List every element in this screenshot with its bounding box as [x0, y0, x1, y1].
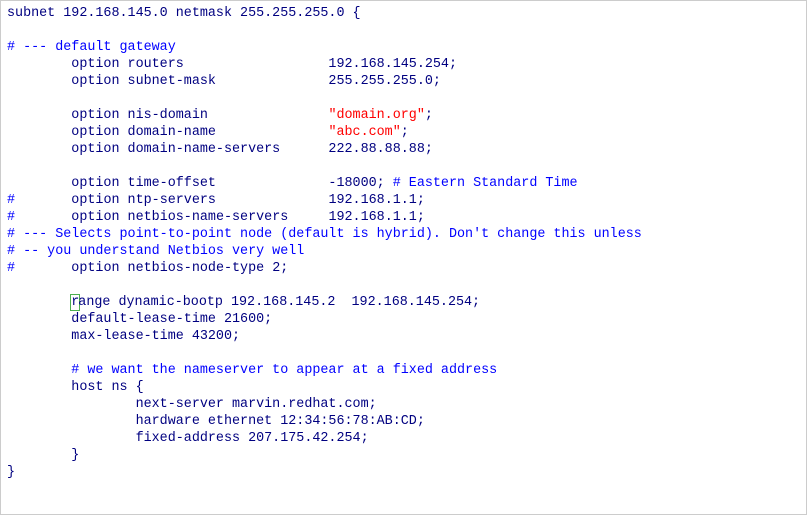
code-indent — [7, 295, 71, 310]
comment-line: # --- Selects point-to-point node (defau… — [7, 227, 642, 242]
code-line: option routers 192.168.145.254; — [7, 57, 457, 72]
comment-hash: # — [7, 261, 15, 276]
comment-line: # --- default gateway — [7, 40, 176, 55]
code-line: default-lease-time 21600; — [7, 312, 272, 327]
code-line: option netbios-node-type 2; — [15, 261, 288, 276]
code-line: option time-offset -18000; — [7, 176, 393, 191]
string-literal: "domain.org" — [328, 108, 424, 123]
code-line: option netbios-name-servers 192.168.1.1; — [15, 210, 425, 225]
code-line: } — [7, 448, 79, 463]
code-line: option subnet-mask 255.255.255.0; — [7, 74, 441, 89]
comment-inline: # Eastern Standard Time — [393, 176, 578, 191]
code-line: option domain-name-servers 222.88.88.88; — [7, 142, 433, 157]
comment-hash: # — [7, 193, 15, 208]
code-line: ; — [425, 108, 433, 123]
code-line: ; — [401, 125, 409, 140]
code-line: subnet 192.168.145.0 netmask 255.255.255… — [7, 6, 361, 21]
code-line: max-lease-time 43200; — [7, 329, 240, 344]
code-line: fixed-address 207.175.42.254; — [7, 431, 369, 446]
code-line: option ntp-servers 192.168.1.1; — [15, 193, 425, 208]
string-literal: "abc.com" — [328, 125, 400, 140]
comment-line: # we want the nameserver to appear at a … — [7, 363, 497, 378]
code-line: hardware ethernet 12:34:56:78:AB:CD; — [7, 414, 425, 429]
code-line: } — [7, 465, 15, 480]
code-line: host ns { — [7, 380, 144, 395]
config-file-snippet: subnet 192.168.145.0 netmask 255.255.255… — [0, 0, 807, 515]
code-line: ange dynamic-bootp 192.168.145.2 192.168… — [78, 295, 480, 310]
comment-line: # -- you understand Netbios very well — [7, 244, 304, 259]
code-line: option domain-name — [7, 125, 328, 140]
code-line: option nis-domain — [7, 108, 328, 123]
comment-hash: # — [7, 210, 15, 225]
code-line: next-server marvin.redhat.com; — [7, 397, 377, 412]
